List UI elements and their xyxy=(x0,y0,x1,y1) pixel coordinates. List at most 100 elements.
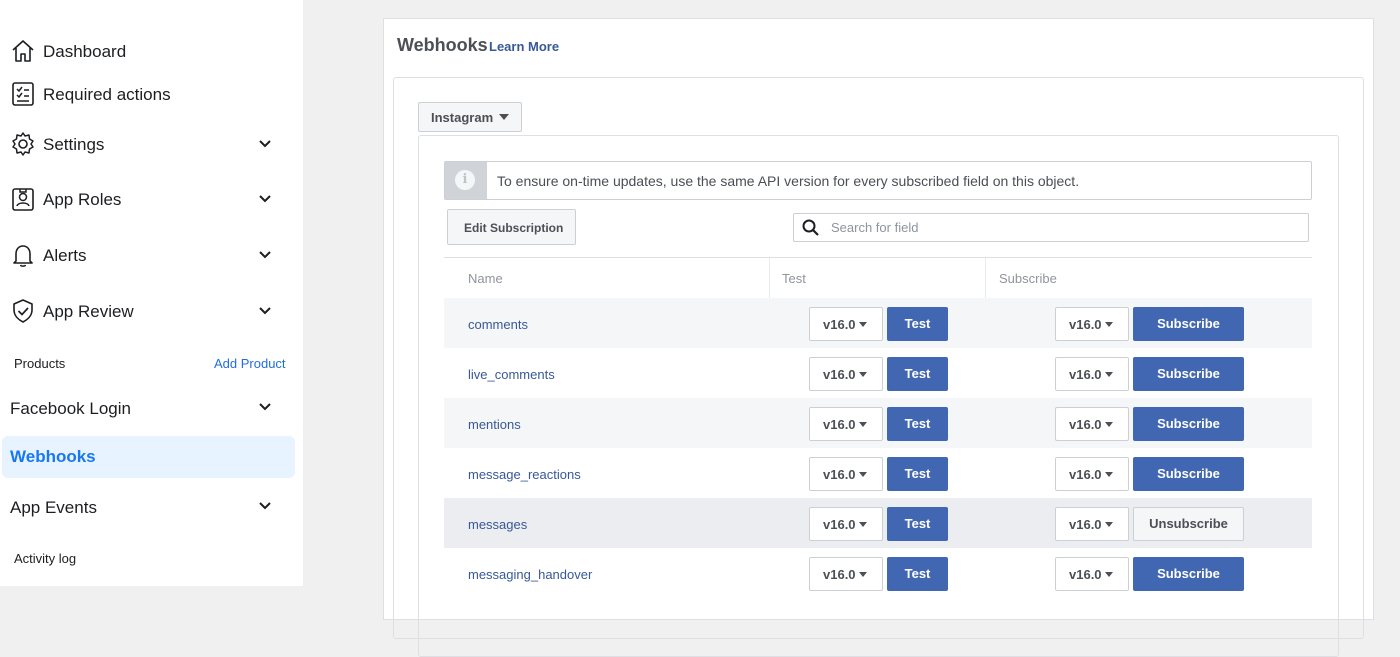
badge-icon xyxy=(12,188,34,211)
notice-icon-box: i xyxy=(445,162,487,199)
sidebar-item-required-actions[interactable]: Required actions xyxy=(0,73,303,117)
sidebar-item-label: Webhooks xyxy=(10,447,96,466)
field-name: messages xyxy=(468,517,528,532)
sidebar-item-dashboard[interactable]: Dashboard xyxy=(0,30,303,74)
column-divider xyxy=(985,258,986,299)
caret-down-icon xyxy=(1105,372,1113,377)
activity-log-link[interactable]: Activity log xyxy=(14,551,76,566)
chevron-down-icon xyxy=(259,502,271,510)
test-button[interactable]: Test xyxy=(887,507,948,541)
field-name: comments xyxy=(468,317,528,332)
caret-down-icon xyxy=(499,114,509,120)
webhooks-panel: Webhooks Learn More Instagram i To ensur… xyxy=(383,18,1374,657)
version-label: v16.0 xyxy=(1069,467,1102,482)
object-type-dropdown[interactable]: Instagram xyxy=(418,102,522,132)
version-label: v16.0 xyxy=(823,467,856,482)
page-title: Webhooks xyxy=(397,35,488,55)
notice-text: To ensure on-time updates, use the same … xyxy=(497,173,1080,189)
subscribe-version-dropdown[interactable]: v16.0 xyxy=(1055,507,1129,541)
table-row: messaging_handover v16.0 Test v16.0 Subs… xyxy=(444,548,1312,598)
sidebar-item-facebook-login[interactable]: Facebook Login xyxy=(0,386,303,430)
table-row: message_reactions v16.0 Test v16.0 Subsc… xyxy=(444,448,1312,498)
caret-down-icon xyxy=(859,372,867,377)
column-header-test: Test xyxy=(782,271,806,286)
sidebar-item-alerts[interactable]: Alerts xyxy=(0,234,303,278)
field-name: message_reactions xyxy=(468,467,581,482)
test-button[interactable]: Test xyxy=(887,307,948,341)
sidebar-item-app-roles[interactable]: App Roles xyxy=(0,178,303,222)
column-divider xyxy=(769,258,770,299)
version-label: v16.0 xyxy=(823,517,856,532)
subscribe-button[interactable]: Subscribe xyxy=(1133,357,1244,391)
chevron-down-icon xyxy=(259,307,271,315)
column-header-name: Name xyxy=(468,271,503,286)
subscribe-version-dropdown[interactable]: v16.0 xyxy=(1055,307,1129,341)
info-notice: i To ensure on-time updates, use the sam… xyxy=(444,161,1312,200)
version-label: v16.0 xyxy=(1069,567,1102,582)
test-button[interactable]: Test xyxy=(887,357,948,391)
subscribe-version-dropdown[interactable]: v16.0 xyxy=(1055,357,1129,391)
sidebar-item-webhooks[interactable]: Webhooks xyxy=(2,436,295,478)
shield-check-icon xyxy=(13,299,33,323)
checklist-icon xyxy=(12,82,34,106)
learn-more-link[interactable]: Learn More xyxy=(489,39,559,54)
version-label: v16.0 xyxy=(1069,417,1102,432)
test-version-dropdown[interactable]: v16.0 xyxy=(809,307,883,341)
search-input[interactable] xyxy=(831,217,1291,237)
test-version-dropdown[interactable]: v16.0 xyxy=(809,357,883,391)
table-row: mentions v16.0 Test v16.0 Subscribe xyxy=(444,398,1312,448)
table-header: Name Test Subscribe xyxy=(444,257,1312,300)
products-section-label: Products xyxy=(14,356,66,371)
caret-down-icon xyxy=(859,472,867,477)
table-row: comments v16.0 Test v16.0 Subscribe xyxy=(444,298,1312,348)
subscribe-version-dropdown[interactable]: v16.0 xyxy=(1055,457,1129,491)
subscribe-button[interactable]: Subscribe xyxy=(1133,407,1244,441)
unsubscribe-button[interactable]: Unsubscribe xyxy=(1133,507,1244,541)
sidebar-item-label: Alerts xyxy=(43,246,87,265)
test-version-dropdown[interactable]: v16.0 xyxy=(809,407,883,441)
chevron-down-icon xyxy=(259,403,271,411)
sidebar-item-label: Dashboard xyxy=(43,42,127,61)
field-name: mentions xyxy=(468,417,521,432)
caret-down-icon xyxy=(859,522,867,527)
caret-down-icon xyxy=(1105,472,1113,477)
subscriptions-box: i To ensure on-time updates, use the sam… xyxy=(418,135,1339,657)
test-version-dropdown[interactable]: v16.0 xyxy=(809,507,883,541)
webhooks-card: Instagram i To ensure on-time updates, u… xyxy=(393,77,1364,657)
field-name: live_comments xyxy=(468,367,555,382)
chevron-down-icon xyxy=(259,251,271,259)
version-label: v16.0 xyxy=(1069,367,1102,382)
field-name: messaging_handover xyxy=(468,567,593,582)
add-product-link[interactable]: Add Product xyxy=(214,356,286,371)
chevron-down-icon xyxy=(259,195,271,203)
sidebar: Dashboard Required actions Settings App … xyxy=(0,0,303,586)
subscribe-version-dropdown[interactable]: v16.0 xyxy=(1055,407,1129,441)
sidebar-item-app-review[interactable]: App Review xyxy=(0,290,303,334)
subscribe-button[interactable]: Subscribe xyxy=(1133,457,1244,491)
home-icon xyxy=(12,40,34,62)
caret-down-icon xyxy=(1105,322,1113,327)
sidebar-item-settings[interactable]: Settings xyxy=(0,123,303,167)
caret-down-icon xyxy=(859,322,867,327)
version-label: v16.0 xyxy=(823,317,856,332)
test-version-dropdown[interactable]: v16.0 xyxy=(809,457,883,491)
version-label: v16.0 xyxy=(823,367,856,382)
caret-down-icon xyxy=(1105,422,1113,427)
table-row: messages v16.0 Test v16.0 Unsubscribe xyxy=(444,498,1312,548)
info-icon: i xyxy=(455,170,475,190)
sidebar-item-app-events[interactable]: App Events xyxy=(0,485,303,529)
version-label: v16.0 xyxy=(823,417,856,432)
edit-subscription-label: Edit Subscription xyxy=(464,221,564,235)
search-icon xyxy=(802,219,819,236)
sidebar-item-label: Required actions xyxy=(43,85,171,104)
version-label: v16.0 xyxy=(1069,517,1102,532)
sidebar-item-label: App Events xyxy=(10,498,97,517)
edit-subscription-button[interactable]: Edit Subscription xyxy=(447,209,576,245)
object-type-label: Instagram xyxy=(431,110,494,125)
version-label: v16.0 xyxy=(1069,317,1102,332)
subscribe-button[interactable]: Subscribe xyxy=(1133,307,1244,341)
chevron-down-icon xyxy=(259,140,271,148)
test-button[interactable]: Test xyxy=(887,407,948,441)
test-button[interactable]: Test xyxy=(887,457,948,491)
sidebar-item-label: Facebook Login xyxy=(10,399,131,418)
